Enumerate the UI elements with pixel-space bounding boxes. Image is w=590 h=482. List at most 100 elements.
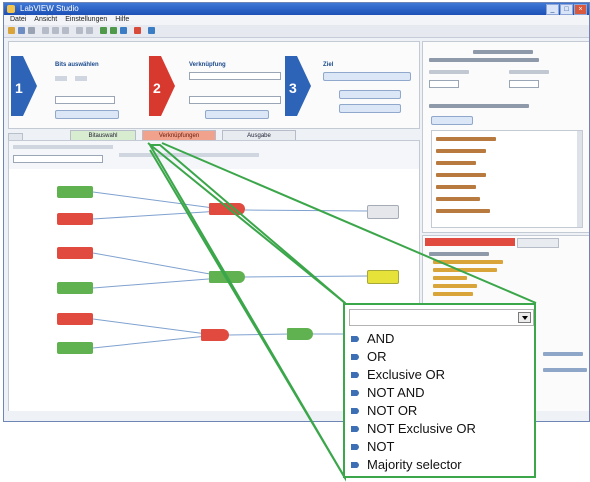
maximize-button[interactable]: □ [560,4,573,15]
dropdown-arrow-button[interactable] [518,312,531,323]
chart-icon[interactable] [120,27,127,34]
radio-option[interactable] [55,76,67,81]
option-and[interactable]: AND [349,330,476,348]
tree-item[interactable] [433,260,503,264]
bit-list [431,130,583,228]
option-not-exclusive-or[interactable]: NOT Exclusive OR [349,420,476,438]
radio-option[interactable] [75,76,87,81]
input-node[interactable] [57,313,93,325]
list-item[interactable] [436,209,490,213]
tree-item[interactable] [429,252,489,256]
list-item[interactable] [436,173,486,177]
option-label: Exclusive OR [367,367,446,382]
output-node[interactable] [367,270,399,284]
gate-options-list: AND OR Exclusive OR NOT AND NOT OR NOT E… [349,330,476,474]
tab-secondary[interactable] [517,238,559,248]
option-label: NOT AND [367,385,425,400]
open-icon[interactable] [8,27,15,34]
option-label: AND [367,331,395,346]
step-3-button-1[interactable] [323,72,411,81]
title-bar: LabVIEW Studio _ □ × [4,3,589,15]
operand-field[interactable] [189,96,281,104]
bit-select-field[interactable] [55,96,115,104]
gate-icon [351,426,359,432]
gate-node[interactable] [201,329,229,341]
step-2-button[interactable] [205,110,269,119]
option-majority-selector[interactable]: Majority selector [349,456,476,474]
option-label: Majority selector [367,457,462,472]
list-scrollbar[interactable] [577,131,582,227]
copy-icon[interactable] [52,27,59,34]
step-2-number: 2 [153,80,161,96]
property-label [509,70,549,74]
step-3-number: 3 [289,80,297,96]
redo-icon[interactable] [86,27,93,34]
input-node[interactable] [57,282,93,294]
gate-icon [351,336,359,342]
list-item[interactable] [436,161,476,165]
tab-connections[interactable] [425,238,515,246]
list-item[interactable] [436,197,480,201]
step-1-button[interactable] [55,110,119,119]
property-field[interactable] [429,80,459,88]
menu-item-ansicht[interactable]: Ansicht [34,16,57,23]
step-3-title: Ziel [323,62,334,68]
step-1-number: 1 [15,80,23,96]
gate-type-field[interactable] [189,72,281,80]
gate-type-dropdown[interactable] [349,309,534,326]
step-icon[interactable] [110,27,117,34]
stop-icon[interactable] [134,27,141,34]
save-icon[interactable] [18,27,25,34]
menu-item-einstellungen[interactable]: Einstellungen [65,16,107,23]
tree-item[interactable] [433,292,473,296]
gate-icon [351,408,359,414]
menu-item-hilfe[interactable]: Hilfe [115,16,129,23]
input-node[interactable] [57,247,93,259]
option-label: OR [367,349,387,364]
property-field[interactable] [509,80,539,88]
tree-item[interactable] [433,276,467,280]
gate-node[interactable] [287,328,313,340]
tab-ausgabe[interactable]: Ausgabe [222,130,296,140]
property-label [429,70,469,74]
menu-item-datei[interactable]: Datei [10,16,26,23]
input-node[interactable] [57,213,93,225]
panel-heading [429,58,539,62]
gate-icon [351,372,359,378]
option-label: NOT Exclusive OR [367,421,476,436]
help-icon[interactable] [148,27,155,34]
option-not-or[interactable]: NOT OR [349,402,476,420]
gate-node[interactable] [209,271,245,283]
option-not[interactable]: NOT [349,438,476,456]
option-exclusive-or[interactable]: Exclusive OR [349,366,476,384]
panel-button[interactable] [431,116,473,125]
print-icon[interactable] [28,27,35,34]
minimize-button[interactable]: _ [546,4,559,15]
list-item[interactable] [436,149,486,153]
toolbar [4,25,589,38]
step-3-button-2[interactable] [339,90,401,99]
tree-item[interactable] [433,268,497,272]
output-node[interactable] [367,205,399,219]
option-or[interactable]: OR [349,348,476,366]
menu-bar: Datei Ansicht Einstellungen Hilfe [4,15,589,25]
paste-icon[interactable] [62,27,69,34]
gate-node[interactable] [209,203,245,215]
gate-icon [351,390,359,396]
app-icon [7,5,15,13]
list-item[interactable] [436,185,476,189]
tab-bitauswahl[interactable]: Bitauswahl [70,130,136,140]
input-node[interactable] [57,342,93,354]
list-item[interactable] [436,137,496,141]
undo-icon[interactable] [76,27,83,34]
run-icon[interactable] [100,27,107,34]
tab-bar: Bitauswahl Verknüpfungen Ausgabe [70,130,300,140]
close-button[interactable]: × [574,4,587,15]
side-text [543,352,583,356]
option-not-and[interactable]: NOT AND [349,384,476,402]
tab-verknuepfungen[interactable]: Verknüpfungen [142,130,216,140]
cut-icon[interactable] [42,27,49,34]
step-3-button-3[interactable] [339,104,401,113]
tree-item[interactable] [433,284,477,288]
input-node[interactable] [57,186,93,198]
